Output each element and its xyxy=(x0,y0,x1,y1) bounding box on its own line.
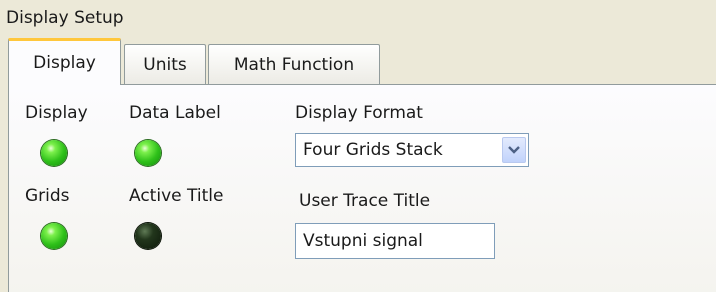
display-format-label: Display Format xyxy=(295,103,423,123)
tab-units[interactable]: Units xyxy=(124,44,206,84)
tab-math-function[interactable]: Math Function xyxy=(208,44,380,84)
data-label-indicator-label: Data Label xyxy=(129,103,221,123)
grids-led-indicator[interactable] xyxy=(41,223,67,249)
display-tab-panel: Display Data Label Grids Active Title Di… xyxy=(8,84,716,292)
display-indicator-label: Display xyxy=(25,103,88,123)
chevron-down-icon[interactable] xyxy=(502,137,526,163)
display-format-select[interactable]: Four Grids Stack xyxy=(295,133,529,167)
active-title-indicator-label: Active Title xyxy=(129,186,224,206)
grids-indicator-label: Grids xyxy=(25,186,70,206)
tab-display[interactable]: Display xyxy=(8,38,121,85)
display-setup-window: Display Setup Display Units Math Functio… xyxy=(0,0,716,292)
user-trace-title-label: User Trace Title xyxy=(299,191,431,211)
tab-units-label: Units xyxy=(143,54,187,75)
group-title: Display Setup xyxy=(6,8,124,28)
tab-display-label: Display xyxy=(33,53,96,73)
tab-math-function-label: Math Function xyxy=(233,54,355,75)
user-trace-title-input[interactable] xyxy=(295,223,495,259)
data-label-led-indicator[interactable] xyxy=(135,140,161,166)
display-format-value: Four Grids Stack xyxy=(303,140,443,160)
display-led-indicator[interactable] xyxy=(41,140,67,166)
active-title-led-indicator[interactable] xyxy=(135,223,161,249)
